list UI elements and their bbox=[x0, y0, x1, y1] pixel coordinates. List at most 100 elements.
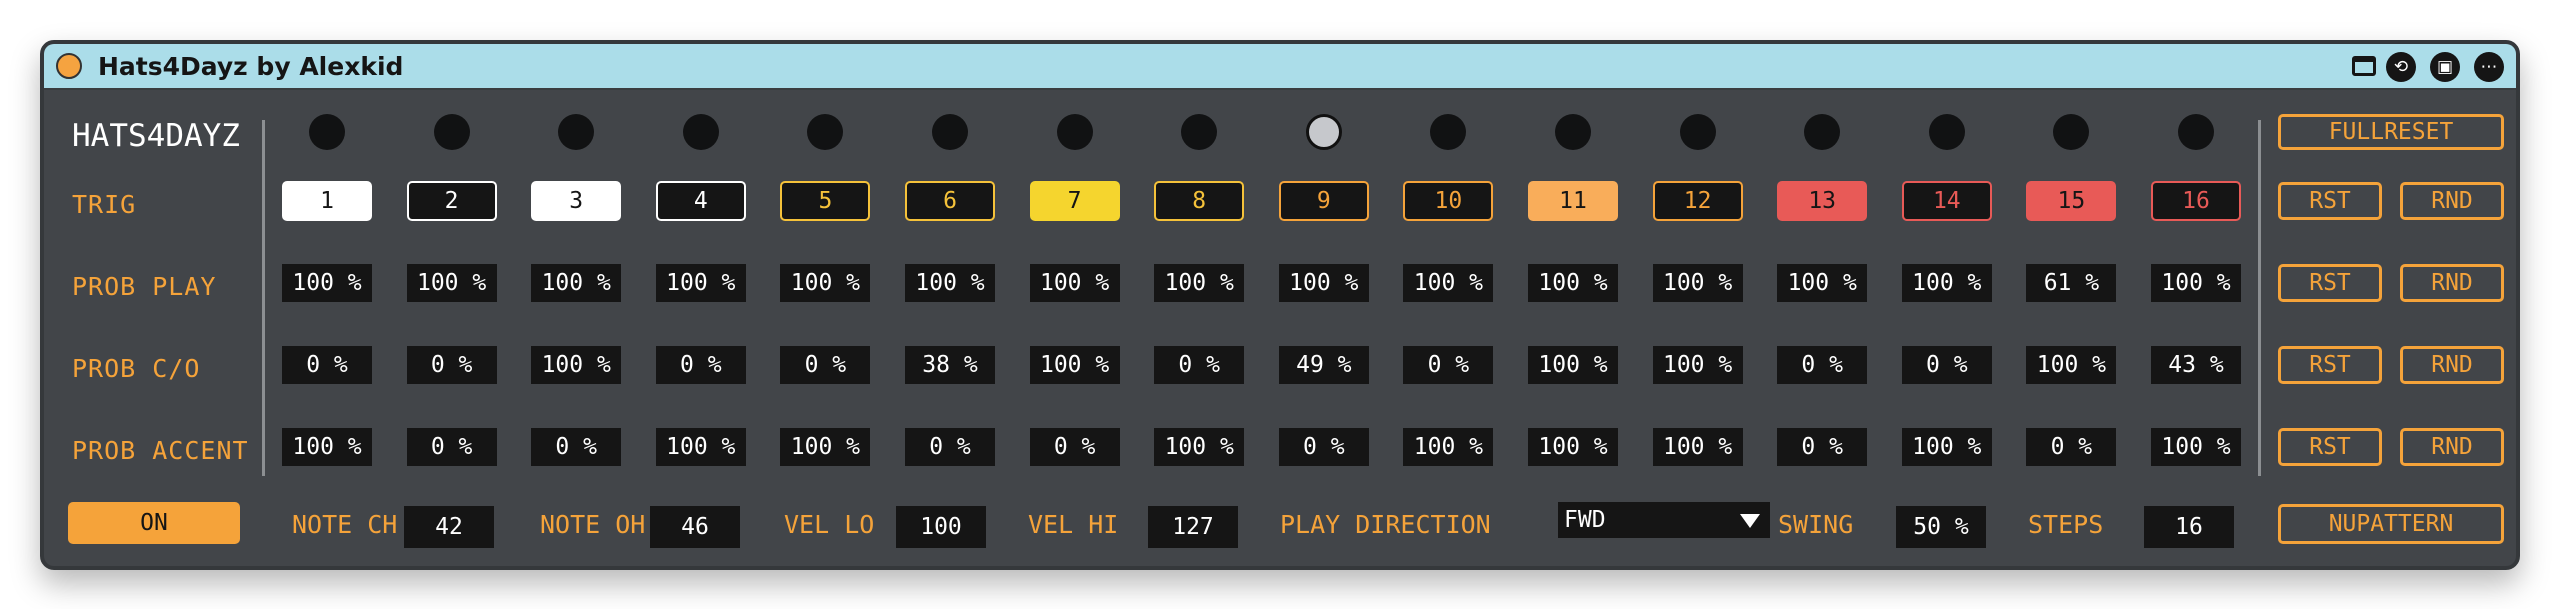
step-led-16 bbox=[2178, 114, 2214, 150]
trig-step-13[interactable]: 13 bbox=[1777, 181, 1868, 221]
prob-accent-rnd-button[interactable]: RND bbox=[2400, 428, 2504, 466]
trig-step-12[interactable]: 12 bbox=[1652, 181, 1743, 221]
more-icon[interactable]: ⋯ bbox=[2474, 52, 2504, 82]
vel-hi-label: VEL HI bbox=[1028, 510, 1119, 539]
prob-co-field-1[interactable]: 0 % bbox=[282, 346, 372, 384]
prob-co-field-5[interactable]: 0 % bbox=[780, 346, 871, 384]
prob-accent-field-7[interactable]: 0 % bbox=[1029, 428, 1120, 466]
prob-accent-field-13[interactable]: 0 % bbox=[1777, 428, 1868, 466]
prob-play-field-7[interactable]: 100 % bbox=[1029, 264, 1120, 302]
trig-step-8[interactable]: 8 bbox=[1154, 181, 1245, 221]
play-direction-label: PLAY DIRECTION bbox=[1280, 510, 1491, 539]
trig-step-1[interactable]: 1 bbox=[282, 181, 372, 221]
step-led-13 bbox=[1804, 114, 1841, 150]
prob-accent-field-14[interactable]: 100 % bbox=[1901, 428, 1992, 466]
prob-accent-field-8[interactable]: 100 % bbox=[1154, 428, 1245, 466]
trig-step-10[interactable]: 10 bbox=[1403, 181, 1494, 221]
prob-co-rnd-button[interactable]: RND bbox=[2400, 346, 2504, 384]
prob-play-field-16[interactable]: 100 % bbox=[2151, 264, 2241, 302]
trig-rnd-button[interactable]: RND bbox=[2400, 182, 2504, 220]
prob-play-field-15[interactable]: 61 % bbox=[2026, 264, 2117, 302]
prob-accent-rst-button[interactable]: RST bbox=[2278, 428, 2382, 466]
play-direction-value: FWD bbox=[1564, 507, 1606, 533]
trig-row-label: TRIG bbox=[72, 190, 137, 219]
vel-hi-field[interactable]: 127 bbox=[1148, 506, 1238, 548]
prob-co-field-7[interactable]: 100 % bbox=[1029, 346, 1120, 384]
steps-field[interactable]: 16 bbox=[2144, 506, 2234, 548]
prob-accent-field-6[interactable]: 0 % bbox=[905, 428, 995, 466]
prob-co-field-14[interactable]: 0 % bbox=[1901, 346, 1992, 384]
prob-play-field-4[interactable]: 100 % bbox=[655, 264, 746, 302]
prob-co-field-10[interactable]: 0 % bbox=[1403, 346, 1494, 384]
note-oh-label: NOTE OH bbox=[540, 510, 646, 539]
prob-co-field-4[interactable]: 0 % bbox=[655, 346, 746, 384]
note-ch-field[interactable]: 42 bbox=[404, 506, 494, 548]
trig-step-14[interactable]: 14 bbox=[1901, 181, 1992, 221]
calendar-icon[interactable] bbox=[2352, 56, 2376, 76]
prob-accent-field-2[interactable]: 0 % bbox=[406, 428, 497, 466]
prob-co-field-12[interactable]: 100 % bbox=[1652, 346, 1743, 384]
prob-co-field-3[interactable]: 100 % bbox=[531, 346, 622, 384]
trig-step-15[interactable]: 15 bbox=[2026, 181, 2117, 221]
prob-accent-field-3[interactable]: 0 % bbox=[531, 428, 622, 466]
prob-co-rst-button[interactable]: RST bbox=[2278, 346, 2382, 384]
trig-step-7[interactable]: 7 bbox=[1029, 181, 1120, 221]
prob-play-field-13[interactable]: 100 % bbox=[1777, 264, 1868, 302]
prob-accent-field-10[interactable]: 100 % bbox=[1403, 428, 1494, 466]
nupattern-button[interactable]: NUPATTERN bbox=[2278, 504, 2504, 544]
trig-step-11[interactable]: 11 bbox=[1528, 181, 1618, 221]
trig-step-4[interactable]: 4 bbox=[655, 181, 746, 221]
prob-accent-field-4[interactable]: 100 % bbox=[655, 428, 746, 466]
vel-lo-field[interactable]: 100 bbox=[896, 506, 986, 548]
prob-play-rst-button[interactable]: RST bbox=[2278, 264, 2382, 302]
trig-step-16[interactable]: 16 bbox=[2151, 181, 2241, 221]
prob-accent-field-12[interactable]: 100 % bbox=[1652, 428, 1743, 466]
prob-accent-field-15[interactable]: 0 % bbox=[2026, 428, 2117, 466]
prob-accent-field-9[interactable]: 0 % bbox=[1278, 428, 1369, 466]
prob-play-field-1[interactable]: 100 % bbox=[282, 264, 372, 302]
prob-play-field-2[interactable]: 100 % bbox=[406, 264, 497, 302]
prob-play-field-10[interactable]: 100 % bbox=[1403, 264, 1494, 302]
step-led-10 bbox=[1430, 114, 1467, 150]
trig-step-5[interactable]: 5 bbox=[780, 181, 871, 221]
step-led-12 bbox=[1679, 114, 1716, 150]
device-panel: Hats4Dayz by Alexkid ⟲ ▣ ⋯ HATS4DAYZ TRI… bbox=[40, 40, 2520, 570]
prob-co-field-9[interactable]: 49 % bbox=[1278, 346, 1369, 384]
play-direction-dropdown[interactable]: FWD bbox=[1558, 502, 1770, 538]
prob-accent-field-5[interactable]: 100 % bbox=[780, 428, 871, 466]
device-activator-icon[interactable] bbox=[56, 53, 82, 79]
prob-play-field-6[interactable]: 100 % bbox=[905, 264, 995, 302]
prob-play-field-12[interactable]: 100 % bbox=[1652, 264, 1743, 302]
trig-step-2[interactable]: 2 bbox=[406, 181, 497, 221]
prob-play-field-3[interactable]: 100 % bbox=[531, 264, 622, 302]
prob-co-field-6[interactable]: 38 % bbox=[905, 346, 995, 384]
prob-play-field-14[interactable]: 100 % bbox=[1901, 264, 1992, 302]
on-toggle-button[interactable]: ON bbox=[68, 502, 240, 544]
prob-co-field-15[interactable]: 100 % bbox=[2026, 346, 2117, 384]
prob-accent-field-16[interactable]: 100 % bbox=[2151, 428, 2241, 466]
note-oh-field[interactable]: 46 bbox=[650, 506, 740, 548]
sync-icon[interactable]: ⟲ bbox=[2386, 52, 2416, 82]
prob-co-field-2[interactable]: 0 % bbox=[406, 346, 497, 384]
swing-label: SWING bbox=[1778, 510, 1854, 539]
prob-accent-field-11[interactable]: 100 % bbox=[1528, 428, 1618, 466]
prob-play-field-9[interactable]: 100 % bbox=[1278, 264, 1369, 302]
prob-play-field-8[interactable]: 100 % bbox=[1154, 264, 1245, 302]
trig-step-9[interactable]: 9 bbox=[1278, 181, 1369, 221]
prob-play-field-5[interactable]: 100 % bbox=[780, 264, 871, 302]
save-icon[interactable]: ▣ bbox=[2430, 52, 2460, 82]
right-divider bbox=[2258, 120, 2261, 476]
fullreset-button[interactable]: FULLRESET bbox=[2278, 114, 2504, 150]
step-led-3 bbox=[558, 114, 595, 150]
prob-accent-field-1[interactable]: 100 % bbox=[282, 428, 372, 466]
prob-co-field-8[interactable]: 0 % bbox=[1154, 346, 1245, 384]
trig-rst-button[interactable]: RST bbox=[2278, 182, 2382, 220]
swing-field[interactable]: 50 % bbox=[1896, 506, 1986, 548]
prob-play-rnd-button[interactable]: RND bbox=[2400, 264, 2504, 302]
prob-play-field-11[interactable]: 100 % bbox=[1528, 264, 1618, 302]
prob-co-field-13[interactable]: 0 % bbox=[1777, 346, 1868, 384]
trig-step-3[interactable]: 3 bbox=[531, 181, 622, 221]
prob-co-field-16[interactable]: 43 % bbox=[2151, 346, 2241, 384]
prob-co-field-11[interactable]: 100 % bbox=[1528, 346, 1618, 384]
trig-step-6[interactable]: 6 bbox=[905, 181, 995, 221]
